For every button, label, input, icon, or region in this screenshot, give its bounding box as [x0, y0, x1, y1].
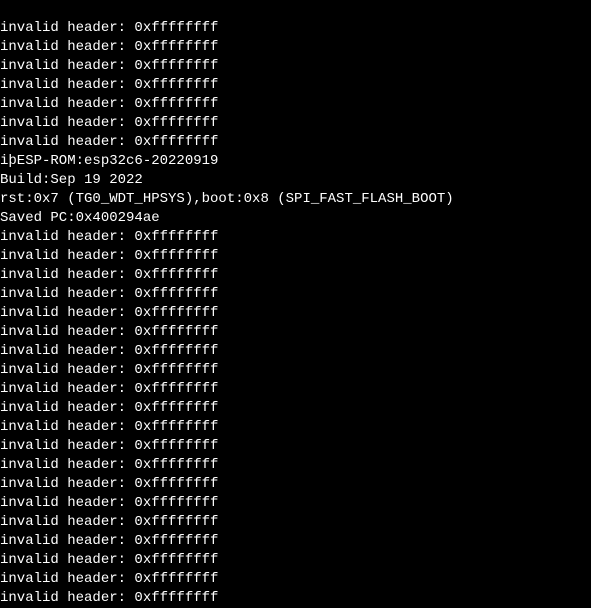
terminal-line: invalid header: 0xffffffff — [0, 266, 591, 285]
terminal-line: invalid header: 0xffffffff — [0, 247, 591, 266]
terminal-output: invalid header: 0xffffffffinvalid header… — [0, 0, 591, 608]
terminal-line: invalid header: 0xffffffff — [0, 342, 591, 361]
terminal-line: invalid header: 0xffffffff — [0, 285, 591, 304]
terminal-line: invalid header: 0xffffffff — [0, 304, 591, 323]
terminal-line: invalid header: 0xffffffff — [0, 133, 591, 152]
terminal-line: invalid header: 0xffffffff — [0, 228, 591, 247]
terminal-line: invalid header: 0xffffffff — [0, 532, 591, 551]
terminal-line: iþESP-ROM:esp32c6-20220919 — [0, 152, 591, 171]
terminal-line: invalid header: 0xffffffff — [0, 551, 591, 570]
terminal-line: invalid header: 0xffffffff — [0, 95, 591, 114]
terminal-line: Saved PC:0x400294ae — [0, 209, 591, 228]
terminal-line: invalid header: 0xffffffff — [0, 399, 591, 418]
terminal-line: rst:0x7 (TG0_WDT_HPSYS),boot:0x8 (SPI_FA… — [0, 190, 591, 209]
terminal-line: invalid header: 0xffffffff — [0, 589, 591, 608]
terminal-line: Build:Sep 19 2022 — [0, 171, 591, 190]
terminal-line: invalid header: 0xffffffff — [0, 19, 591, 38]
terminal-line: invalid header: 0xffffffff — [0, 418, 591, 437]
terminal-line: invalid header: 0xffffffff — [0, 456, 591, 475]
terminal-line: invalid header: 0xffffffff — [0, 513, 591, 532]
terminal-line: invalid header: 0xffffffff — [0, 57, 591, 76]
terminal-line: invalid header: 0xffffffff — [0, 114, 591, 133]
terminal-line: invalid header: 0xffffffff — [0, 380, 591, 399]
terminal-line: invalid header: 0xffffffff — [0, 437, 591, 456]
terminal-line: invalid header: 0xffffffff — [0, 38, 591, 57]
terminal-line: invalid header: 0xffffffff — [0, 76, 591, 95]
terminal-line: invalid header: 0xffffffff — [0, 475, 591, 494]
terminal-line: invalid header: 0xffffffff — [0, 323, 591, 342]
terminal-line: invalid header: 0xffffffff — [0, 494, 591, 513]
terminal-line: invalid header: 0xffffffff — [0, 361, 591, 380]
terminal-line: invalid header: 0xffffffff — [0, 570, 591, 589]
